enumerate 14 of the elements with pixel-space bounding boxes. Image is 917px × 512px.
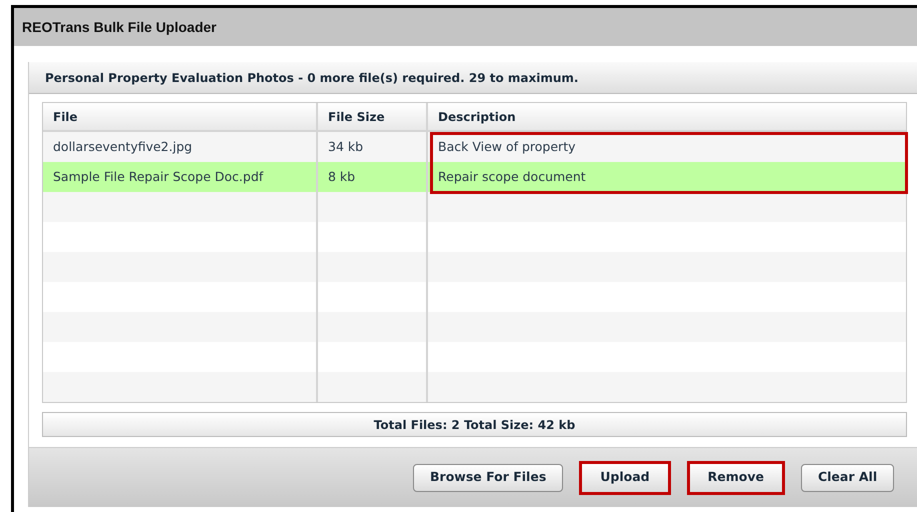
window-title: REOTrans Bulk File Uploader [22,18,216,37]
table-cell-text: Repair scope document [437,168,587,186]
action-button[interactable]: Remove [686,460,785,494]
action-button[interactable]: Upload [579,460,671,494]
summary-text: Total Files: 2 Total Size: 42 kb [374,416,576,434]
column-header[interactable]: File Size [318,103,428,130]
action-button[interactable]: Browse For Files [413,464,564,492]
section-heading: Personal Property Evaluation Photos - 0 more file(s) required. 29 to maximum. [45,70,578,86]
file-row[interactable]: dollarseventyfive2.jpg 34 kb Back View of property [43,132,906,162]
column-header[interactable]: Description [428,103,906,130]
table-cell-text: Back View of property [437,138,576,156]
file-row[interactable]: Sample File Repair Scope Doc.pdf 8 kb Repair scope document [43,162,906,192]
column-header[interactable]: File [43,103,318,130]
action-button[interactable]: Clear All [800,464,894,492]
